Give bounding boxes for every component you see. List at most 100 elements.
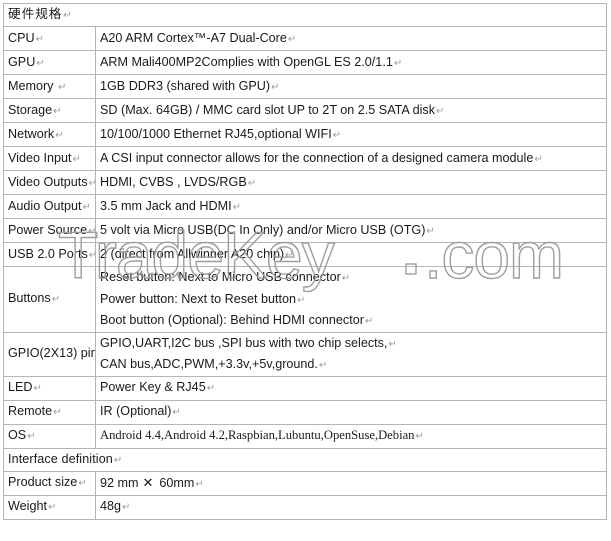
table-row-gpu: GPU↵ ARM Mali400MP2Complies with OpenGL … [3,50,607,75]
row-label-network: Network↵ [3,122,96,147]
value-text: IR (Optional) [100,404,172,418]
paragraph-mark-icon: ↵ [51,294,61,306]
table-row-power-source: Power Source↵ 5 volt via Micro USB(DC In… [3,218,607,243]
paragraph-mark-icon: ↵ [287,33,297,45]
label-text: Audio Output [8,198,82,213]
paragraph-mark-icon: ↵ [55,129,64,141]
value-text: 2 (direct from Allwinner A20 chip) [100,246,285,261]
label-text: Weight [8,499,47,513]
row-label-power-source: Power Source↵ [3,218,96,243]
label-text: Remote [8,404,53,418]
row-label-video-outputs: Video Outputs↵ [3,170,96,195]
paragraph-mark-icon: ↵ [113,454,123,466]
value-text: GPIO,UART,I2C bus ,SPI bus with two chip… [100,335,388,350]
value-text: A CSI input connector allows for the con… [100,150,534,165]
row-label-led: LED↵ [3,375,96,401]
label-text: Storage [8,102,53,117]
row-value-usb-ports: 2 (direct from Allwinner A20 chip)↵ [95,242,607,267]
paragraph-mark-icon: ↵ [393,57,403,69]
row-value-buttons: Reset button: Next to Micro USB connecto… [95,266,607,333]
paragraph-mark-icon: ↵ [247,177,257,189]
buttons-line: Power button: Next to Reset button↵ [100,289,602,311]
paragraph-mark-icon: ↵ [63,10,73,21]
row-label-weight: Weight↵ [3,494,96,520]
table-row-product-size: Product size ↵ 92 mm ✕ 60mm↵ [3,470,607,496]
label-text: LED [8,380,33,394]
label-text: Video Input [8,150,72,165]
row-value-remote: IR (Optional)↵ [95,399,607,425]
paragraph-mark-icon: ↵ [36,57,45,69]
paragraph-mark-icon: ↵ [364,316,374,327]
paragraph-mark-icon: ↵ [415,431,424,442]
gpio-line: CAN bus,ADC,PWM,+3.3v,+5v,ground.↵ [100,354,602,375]
product-height-value: 60mm [159,475,195,490]
paragraph-mark-icon: ↵ [53,105,62,117]
label-text: Product size [8,475,78,489]
table-row-hardware-banner: 硬件规格↵ [3,3,607,27]
paragraph-mark-icon: ↵ [35,33,44,45]
banner-hardware-label: 硬件规格↵ [3,3,607,27]
gpio-line: GPIO,UART,I2C bus ,SPI bus with two chip… [100,333,602,354]
label-text: Buttons [8,291,51,306]
paragraph-mark-icon: ↵ [297,294,306,306]
banner-hardware-text: 硬件规格 [8,7,63,21]
row-value-audio-output: 3.5 mm Jack and HDMI↵ [95,194,607,219]
label-text: Video Outputs [8,174,88,189]
label-text: Memory [8,78,57,93]
row-label-storage: Storage↵ [3,98,96,123]
table-row-usb-ports: USB 2.0 Ports↵ 2 (direct from Allwinner … [3,242,607,267]
value-text: Reset button: Next to Micro USB connecto… [100,270,341,284]
table-row-network: Network↵ 10/100/1000 Ethernet RJ45,optio… [3,122,607,147]
value-text: Power button: Next to Reset button [100,291,297,306]
table-row-led: LED↵ Power Key & RJ45↵ [3,375,607,401]
row-value-weight: 48g↵ [95,494,607,520]
table-row-video-input: Video Input↵ A CSI input connector allow… [3,146,607,171]
specification-page: 硬件规格↵ CPU↵ A20 ARM Cortex™-A7 Dual-Core↵… [0,0,611,541]
label-text: CPU [8,30,35,45]
value-text: HDMI, CVBS , LVDS/RGB [100,174,247,189]
table-body: 硬件规格↵ CPU↵ A20 ARM Cortex™-A7 Dual-Core↵… [3,3,607,520]
row-value-video-outputs: HDMI, CVBS , LVDS/RGB↵ [95,170,607,195]
value-text: 48g [100,499,122,513]
hardware-specification-table: 硬件规格↵ CPU↵ A20 ARM Cortex™-A7 Dual-Core↵… [3,3,607,520]
table-row-storage: Storage↵ SD (Max. 64GB) / MMC card slot … [3,98,607,123]
row-value-memory: 1GB DDR3 (shared with GPU)↵ [95,74,607,99]
table-row-weight: Weight↵ 48g↵ [3,494,607,520]
paragraph-mark-icon: ↵ [318,360,328,371]
paragraph-mark-icon: ↵ [87,226,94,237]
value-text: 10/100/1000 Ethernet RJ45,optional WIFI [100,126,332,141]
value-text: ARM Mali400MP2Complies with OpenGL ES 2.… [100,54,393,69]
row-value-os: Android 4.4,Android 4.2,Raspbian,Lubuntu… [95,423,607,449]
row-label-audio-output: Audio Output↵ [3,194,96,219]
row-value-power-source: 5 volt via Micro USB(DC In Only) and/or … [95,218,607,243]
value-text: Boot button (Optional): Behind HDMI conn… [100,313,364,327]
row-label-gpu: GPU↵ [3,50,96,75]
paragraph-mark-icon: ↵ [82,201,91,213]
paragraph-mark-icon: ↵ [57,81,67,93]
row-value-product-size: 92 mm ✕ 60mm↵ [95,470,607,496]
row-value-led: Power Key & RJ45↵ [95,375,607,401]
product-width-value: 92 mm [100,475,139,490]
value-text: SD (Max. 64GB) / MMC card slot UP to 2T … [100,102,436,117]
value-text: Android 4.4,Android 4.2,Raspbian,Lubuntu… [100,428,415,442]
paragraph-mark-icon: ↵ [172,407,181,418]
table-row-os: OS↵ Android 4.4,Android 4.2,Raspbian,Lub… [3,423,607,449]
paragraph-mark-icon: ↵ [53,407,62,418]
value-text: A20 ARM Cortex™-A7 Dual-Core [100,30,287,45]
paragraph-mark-icon: ↵ [88,178,95,189]
paragraph-mark-icon: ↵ [285,249,294,261]
table-row-video-outputs: Video Outputs↵ HDMI, CVBS , LVDS/RGB↵ [3,170,607,195]
value-text: 3.5 mm Jack and HDMI [100,198,232,213]
paragraph-mark-icon: ↵ [436,105,445,117]
table-row-audio-output: Audio Output↵ 3.5 mm Jack and HDMI↵ [3,194,607,219]
row-label-memory: Memory ↵ [3,74,96,99]
paragraph-mark-icon: ↵ [47,502,57,513]
table-row-memory: Memory ↵ 1GB DDR3 (shared with GPU)↵ [3,74,607,99]
paragraph-mark-icon: ↵ [271,81,280,93]
row-value-cpu: A20 ARM Cortex™-A7 Dual-Core↵ [95,26,607,51]
label-text: GPU [8,54,36,69]
label-text: GPIO(2X13) pin [8,346,96,360]
value-text: CAN bus,ADC,PWM,+3.3v,+5v,ground. [100,357,318,371]
paragraph-mark-icon: ↵ [72,153,81,165]
paragraph-mark-icon: ↵ [195,478,204,490]
